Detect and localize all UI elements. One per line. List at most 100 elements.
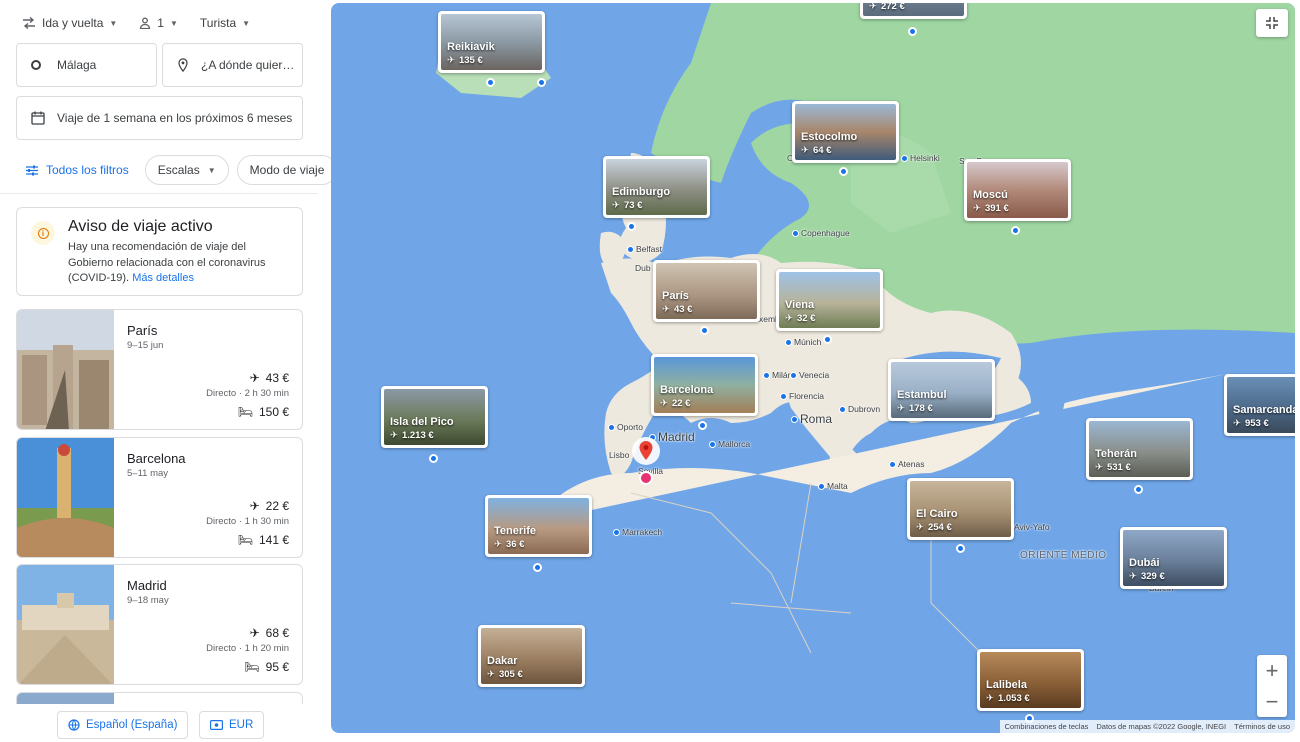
location-pin-icon	[178, 58, 188, 72]
map-label: Milán	[763, 370, 792, 380]
destination-dot[interactable]	[700, 326, 709, 335]
destination-card[interactable]: Viena ✈ 32 €	[776, 269, 883, 331]
destination-card[interactable]: Edimburgo ✈ 73 €	[603, 156, 710, 218]
destination-field[interactable]: ¿A dónde quier…	[162, 43, 303, 87]
destination-name: Estocolmo	[801, 131, 858, 143]
destination-dot[interactable]	[908, 27, 917, 36]
destination-image: Estocolmo ✈ 64 €	[795, 104, 896, 160]
language-button[interactable]: Español (España)	[57, 711, 189, 739]
result-card[interactable]: Barcelona 5–11 may ✈ 22 € Directo · 1 h 3…	[16, 437, 303, 558]
map-label: Venecia	[790, 370, 829, 380]
plane-icon: ✈	[973, 203, 981, 214]
trip-type-select[interactable]: Ida y vuelta ▼	[22, 16, 117, 30]
map-label: Helsinki	[901, 153, 940, 163]
hotel-price: 🛏 150 €	[238, 405, 289, 419]
map-label: Aviv-Yafo	[1014, 522, 1050, 532]
destination-dot[interactable]	[1134, 485, 1143, 494]
destination-card[interactable]: Estambul ✈ 178 €	[888, 359, 995, 421]
destination-card[interactable]: Barcelona ✈ 22 €	[651, 354, 758, 416]
destination-image: Viena ✈ 32 €	[779, 272, 880, 328]
destination-price: ✈ 73 €	[612, 200, 642, 211]
price-value: 178 €	[908, 403, 933, 414]
destination-card[interactable]: Dakar ✈ 305 €	[478, 625, 585, 687]
destination-price: ✈ 1.213 €	[390, 430, 434, 441]
plane-icon: ✈	[249, 626, 260, 640]
destination-card[interactable]: París ✈ 43 €	[653, 260, 760, 322]
travel-advisory: i Aviso de viaje activo Hay una recomend…	[16, 207, 303, 296]
stops-filter[interactable]: Escalas ▼	[144, 155, 229, 185]
destination-dot[interactable]	[627, 222, 636, 231]
label-text: Dub	[635, 263, 651, 273]
footer: Español (España) EUR	[0, 704, 318, 742]
destination-dot[interactable]	[956, 544, 965, 553]
result-card[interactable]: París 9–15 jun ✈ 43 € Directo · 2 h 30 mi…	[16, 309, 303, 430]
destination-card[interactable]: Moscú ✈ 391 €	[964, 159, 1071, 221]
label-text: Copenhague	[801, 228, 850, 238]
terms-link[interactable]: Términos de uso	[1234, 722, 1290, 731]
stops-label: Escalas	[157, 163, 200, 177]
destination-dot[interactable]	[823, 335, 832, 344]
zoom-out-button[interactable]: −	[1257, 686, 1287, 717]
explore-map[interactable]: Oslo Helsinki San P Copenhague Belfast D…	[331, 3, 1295, 733]
trip-type-label: Ida y vuelta	[42, 16, 104, 30]
destination-image: Teherán ✈ 531 €	[1089, 421, 1190, 477]
fullscreen-exit-button[interactable]	[1256, 9, 1288, 37]
destination-card[interactable]: ✈ 272 €	[860, 3, 967, 19]
sliders-icon	[26, 165, 38, 175]
destination-card[interactable]: Estocolmo ✈ 64 €	[792, 101, 899, 163]
destination-name: París	[662, 290, 689, 302]
city-dot	[627, 245, 634, 253]
label-text: Mallorca	[718, 439, 751, 449]
destination-dot[interactable]	[486, 78, 495, 87]
zoom-in-button[interactable]: +	[1257, 655, 1287, 686]
destination-dot[interactable]	[429, 454, 438, 463]
destination-price: ✈ 64 €	[801, 145, 831, 156]
passengers-label: 1	[157, 16, 164, 30]
keyboard-shortcuts-link[interactable]: Combinaciones de teclas	[1005, 722, 1089, 731]
destination-dot[interactable]	[537, 78, 546, 87]
destination-card[interactable]: Isla del Pico ✈ 1.213 €	[381, 386, 488, 448]
origin-field[interactable]: Málaga	[16, 43, 157, 87]
dates-field[interactable]: Viaje de 1 semana en los próximos 6 mese…	[16, 96, 303, 140]
destination-price: ✈ 272 €	[869, 3, 905, 12]
destination-dot[interactable]	[698, 421, 707, 430]
result-card[interactable]: Madrid 9–18 may ✈ 68 € Directo · 1 h 20 m…	[16, 564, 303, 685]
info-icon: i	[31, 221, 55, 245]
all-filters-button[interactable]: Todos los filtros	[16, 155, 137, 185]
filters-row: Todos los filtros Escalas ▼ Modo de viaj…	[16, 155, 338, 185]
more-details-link[interactable]: Más detalles	[132, 272, 194, 284]
cabin-select[interactable]: Turista ▼	[200, 16, 250, 30]
destination-dot[interactable]	[1011, 226, 1020, 235]
chevron-down-icon: ▼	[207, 165, 216, 175]
destination-card[interactable]: Lalibela ✈ 1.053 €	[977, 649, 1084, 711]
destination-placeholder: ¿A dónde quier…	[201, 58, 295, 72]
label-text: Oporto	[617, 422, 643, 432]
chevron-down-icon: ▼	[169, 18, 178, 28]
flight-price-value: 43 €	[265, 371, 289, 385]
map-label: Roma	[791, 412, 832, 426]
destination-card[interactable]: El Cairo ✈ 254 €	[907, 478, 1014, 540]
destination-price: ✈ 329 €	[1129, 571, 1165, 582]
destination-name: Reikiavik	[447, 41, 495, 53]
zoom-controls: + −	[1257, 655, 1287, 717]
destination-card[interactable]: Samarcanda ✈ 953 €	[1224, 374, 1295, 436]
destination-card[interactable]: Reikiavik ✈ 135 €	[438, 11, 545, 73]
calendar-icon	[31, 111, 45, 125]
destination-name: Tenerife	[494, 525, 536, 537]
flight-price-value: 22 €	[265, 499, 289, 513]
label-text: Aviv-Yafo	[1014, 522, 1050, 532]
map-attribution: Combinaciones de teclas Datos de mapas ©…	[999, 720, 1295, 733]
city-dot	[613, 528, 620, 536]
destination-card[interactable]: Dubái ✈ 329 €	[1120, 527, 1227, 589]
travel-mode-filter[interactable]: Modo de viaje	[236, 155, 338, 185]
city-dot	[889, 460, 896, 468]
destination-dot[interactable]	[533, 563, 542, 572]
destination-dot[interactable]	[839, 167, 848, 176]
passengers-select[interactable]: 1 ▼	[139, 16, 178, 30]
currency-button[interactable]: EUR	[199, 711, 265, 739]
destination-image: Isla del Pico ✈ 1.213 €	[384, 389, 485, 445]
destination-card[interactable]: Tenerife ✈ 36 €	[485, 495, 592, 557]
destination-card[interactable]: Teherán ✈ 531 €	[1086, 418, 1193, 480]
price-value: 531 €	[1106, 462, 1131, 473]
flight-price: ✈ 22 €	[250, 499, 289, 513]
